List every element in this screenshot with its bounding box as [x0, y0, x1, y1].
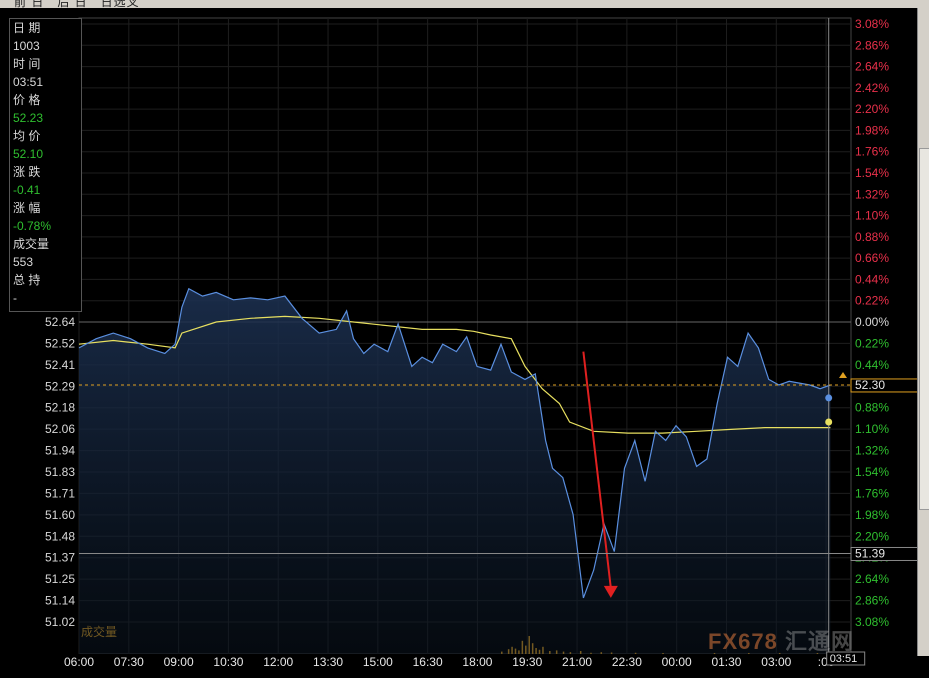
pct-tick-label-up: 1.10% — [855, 209, 889, 223]
intraday-chart[interactable]: 成交量 52.64 52.52 52.41 52.29 52.18 52.06 51.94 5… — [0, 0, 929, 678]
info-panel: 日 期 1003 时 间 03:51 价 格 52.23 均 价 52.10 涨… — [9, 18, 82, 312]
pct-tick-label-down: 2.64% — [855, 572, 889, 586]
pct-tick-label-down: 1.10% — [855, 422, 889, 436]
pct-tick-label-up: 3.08% — [855, 17, 889, 31]
change-value: -0.41 — [13, 183, 41, 197]
pct-tick-label-down: 3.08% — [855, 615, 889, 629]
y-tick-label: 52.41 — [45, 358, 75, 372]
x-tick-label: 07:30 — [114, 655, 144, 669]
date-value: 1003 — [13, 39, 40, 53]
pct-label: 涨 幅 — [13, 201, 41, 215]
y-tick-label: 52.52 — [45, 336, 75, 350]
date-label: 日 期 — [13, 21, 41, 35]
cursor-avg-marker — [825, 418, 833, 426]
pct-tick-label-down: 0.22% — [855, 336, 889, 350]
change-label: 涨 跌 — [13, 165, 41, 179]
pct-tick-label-up: 1.54% — [855, 166, 889, 180]
avg-label: 均 价 — [13, 129, 41, 143]
price-label: 价 格 — [13, 93, 41, 107]
oi-value: - — [13, 291, 17, 305]
y-tick-label: 52.18 — [45, 401, 75, 415]
vertical-scrollbar[interactable] — [917, 8, 929, 656]
y-tick-label: 52.29 — [45, 379, 75, 393]
scrollbar-thumb[interactable] — [919, 148, 929, 510]
x-tick-label: 15:00 — [363, 655, 393, 669]
crosshair-price-tag: 51.39 — [855, 546, 885, 560]
pct-tick-label-up: 0.66% — [855, 251, 889, 265]
chart-window: 成交量 52.64 52.52 52.41 52.29 52.18 52.06 51.94 5… — [0, 0, 929, 678]
y-tick-label: 51.37 — [45, 551, 75, 565]
y-tick-label: 51.48 — [45, 529, 75, 543]
y-tick-label: 51.14 — [45, 594, 75, 608]
y-tick-label: 51.71 — [45, 486, 75, 500]
x-tick-label: 03:00 — [761, 655, 791, 669]
volume-label: 成交量 — [13, 237, 50, 251]
y-tick-label: 51.02 — [45, 615, 75, 629]
watermark-logo: FX678 汇通网 — [708, 624, 854, 656]
x-tick-label: 19:30 — [512, 655, 542, 669]
oi-label: 总 持 — [13, 273, 41, 287]
x-tick-label: 22:30 — [612, 655, 642, 669]
watermark-prefix: FX678 — [708, 629, 778, 654]
pct-tick-label-down: 1.98% — [855, 508, 889, 522]
x-tick-label: 06:00 — [64, 655, 94, 669]
x-tick-label: 21:00 — [562, 655, 592, 669]
pct-tick-label-up: 2.86% — [855, 38, 889, 52]
pct-tick-label-down: 1.32% — [855, 444, 889, 458]
pct-tick-label-down: 0.88% — [855, 401, 889, 415]
time-value: 03:51 — [13, 75, 44, 89]
x-tick-label: 16:30 — [413, 655, 443, 669]
x-tick-label: 10:30 — [213, 655, 243, 669]
watermark-suffix: 汇通网 — [784, 629, 854, 654]
pct-tick-label-down: 2.86% — [855, 594, 889, 608]
x-tick-label: 13:30 — [313, 655, 343, 669]
pct-tick-label-down: 1.54% — [855, 465, 889, 479]
y-tick-label: 52.06 — [45, 422, 75, 436]
last-price-tag: 52.30 — [855, 378, 885, 392]
y-tick-label: 51.60 — [45, 508, 75, 522]
x-tick-label: 09:00 — [164, 655, 194, 669]
x-tick-label: 01:30 — [711, 655, 741, 669]
y-tick-label: 52.64 — [45, 315, 75, 329]
pct-tick-label-up: 1.98% — [855, 123, 889, 137]
pct-tick-label-up: 2.42% — [855, 81, 889, 95]
pct-tick-label-up: 2.64% — [855, 60, 889, 74]
volume-value: 553 — [13, 255, 34, 269]
pct-tick-label-down: 1.76% — [855, 486, 889, 500]
pct-tick-label-down: 0.44% — [855, 358, 889, 372]
x-tick-label: 18:00 — [462, 655, 492, 669]
pct-tick-label-up: 0.22% — [855, 294, 889, 308]
y-tick-label: 51.25 — [45, 572, 75, 586]
toolbar-text[interactable]: 前 日 后 日 日选叉 — [14, 0, 140, 8]
pct-tick-label-up: 1.76% — [855, 145, 889, 159]
pct-tick-label-up: 0.44% — [855, 272, 889, 286]
pct-tick-label-up: 2.20% — [855, 102, 889, 116]
x-tick-label: 00:00 — [662, 655, 692, 669]
avg-value: 52.10 — [13, 147, 44, 161]
toolbar[interactable]: 前 日 后 日 日选叉 — [0, 0, 929, 8]
pct-value: -0.78% — [13, 219, 52, 233]
cursor-price-marker — [825, 394, 833, 402]
pct-tick-label-down: 2.20% — [855, 529, 889, 543]
x-tick-label: 12:00 — [263, 655, 293, 669]
time-label: 时 间 — [13, 57, 41, 71]
y-tick-label: 51.83 — [45, 465, 75, 479]
y-tick-label: 51.94 — [45, 444, 75, 458]
price-value: 52.23 — [13, 111, 44, 125]
pct-tick-label-up: 1.32% — [855, 187, 889, 201]
pct-tick-label-up: 0.88% — [855, 230, 889, 244]
pct-tick-label-down: 0.00% — [855, 315, 889, 329]
